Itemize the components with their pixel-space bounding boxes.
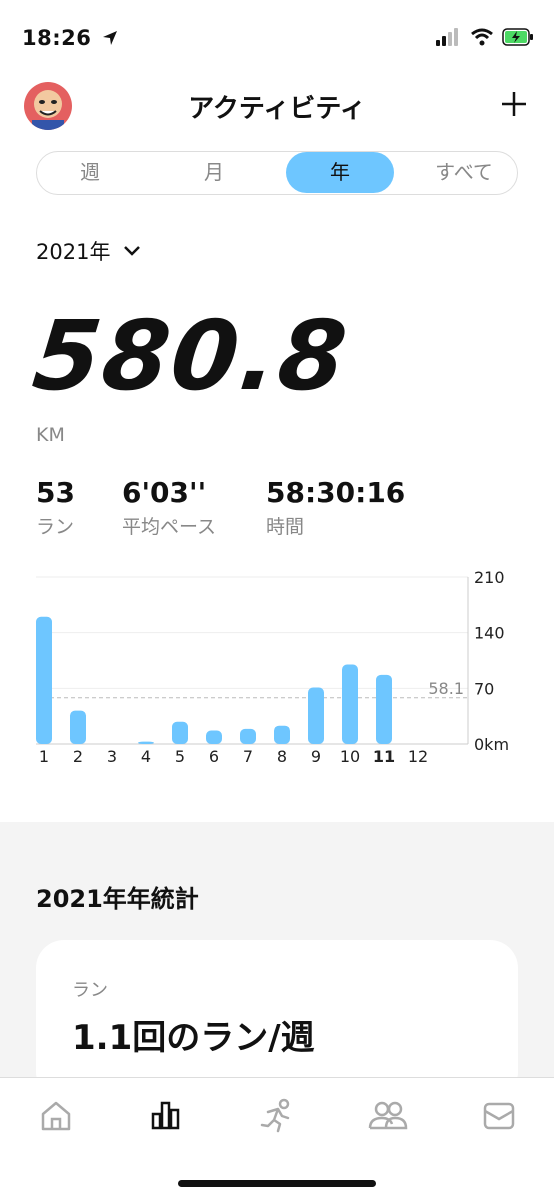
- tabbar-inbox[interactable]: [481, 1098, 517, 1134]
- total-distance: 580.8: [28, 300, 354, 412]
- tabbar-home[interactable]: [38, 1098, 74, 1134]
- y-tick-label: 70: [474, 679, 494, 698]
- x-tick-label: 1: [39, 747, 49, 766]
- battery-charging-icon: [502, 28, 533, 46]
- bar-month-6[interactable]: [206, 730, 222, 744]
- status-time: 18:26: [22, 26, 119, 50]
- cellular-signal-icon: [436, 28, 458, 46]
- x-tick-label: 11: [373, 747, 395, 766]
- distance-unit: KM: [36, 424, 65, 446]
- bar-month-11[interactable]: [376, 674, 392, 744]
- bar-month-8[interactable]: [274, 725, 290, 744]
- x-tick-label: 3: [107, 747, 117, 766]
- x-tick-label: 7: [243, 747, 253, 766]
- average-label: 58.1: [428, 679, 464, 698]
- x-tick-label: 10: [340, 747, 360, 766]
- year-label: 2021年: [36, 240, 111, 264]
- wifi-icon: [471, 28, 493, 46]
- year-dropdown[interactable]: 2021年: [36, 236, 142, 266]
- page-title: アクティビティ: [188, 94, 366, 124]
- x-tick-label: 4: [141, 747, 151, 766]
- total-time-label: 時間: [266, 516, 305, 538]
- x-tick-label: 8: [277, 747, 287, 766]
- monthly-distance-chart: 58.1 1 2 3 4 5 6 7 8 9 10 11 12 0km70140210: [36, 568, 509, 766]
- total-time: 58:30:16: [266, 476, 406, 509]
- period-segmented-control: 週 月 年 すべて: [36, 151, 518, 195]
- y-tick-label: 210: [474, 568, 505, 587]
- x-tick-label: 5: [175, 747, 185, 766]
- stats-card-label: ラン: [72, 980, 108, 1001]
- status-icons: [436, 28, 534, 46]
- tab-week[interactable]: 週: [37, 152, 143, 193]
- activity-chart-icon: [151, 1101, 180, 1130]
- stats-card-value: 1.1回のラン/週: [72, 1018, 315, 1058]
- tab-all[interactable]: すべて: [411, 152, 517, 193]
- status-time-text: 18:26: [22, 26, 92, 50]
- tabbar-run[interactable]: [258, 1098, 294, 1134]
- bar-month-1[interactable]: [36, 616, 52, 744]
- average-pace-label: 平均ペース: [122, 516, 217, 538]
- x-tick-label: 2: [73, 747, 83, 766]
- x-tick-label: 9: [311, 747, 321, 766]
- chevron-down-icon: [124, 246, 141, 256]
- home-indicator: [178, 1180, 376, 1187]
- plus-icon: [502, 92, 526, 116]
- x-tick-label: 12: [408, 747, 428, 766]
- runs-count: 53: [36, 476, 75, 509]
- y-tick-label: 140: [474, 624, 505, 643]
- tab-month[interactable]: 月: [161, 152, 267, 193]
- bar-month-4[interactable]: [138, 741, 154, 744]
- bar-month-9[interactable]: [308, 687, 324, 744]
- tabbar-friends[interactable]: [368, 1098, 408, 1134]
- location-arrow-icon: [103, 31, 118, 45]
- runner-icon: [260, 1098, 290, 1133]
- mail-icon: [483, 1102, 515, 1130]
- y-tick-label: 0km: [474, 735, 509, 754]
- tabbar-activity[interactable]: [148, 1098, 184, 1134]
- add-button[interactable]: [500, 90, 528, 118]
- average-pace: 6'03'': [122, 476, 207, 509]
- home-icon: [41, 1101, 71, 1131]
- friends-icon: [368, 1101, 408, 1130]
- bar-month-2[interactable]: [70, 710, 86, 744]
- stats-section-title: 2021年年統計: [36, 885, 199, 913]
- bar-month-7[interactable]: [240, 728, 256, 744]
- x-tick-label: 6: [209, 747, 219, 766]
- bar-month-5[interactable]: [172, 721, 188, 744]
- bar-month-10[interactable]: [342, 664, 358, 744]
- runs-label: ラン: [36, 516, 75, 538]
- tab-year[interactable]: 年: [286, 152, 394, 193]
